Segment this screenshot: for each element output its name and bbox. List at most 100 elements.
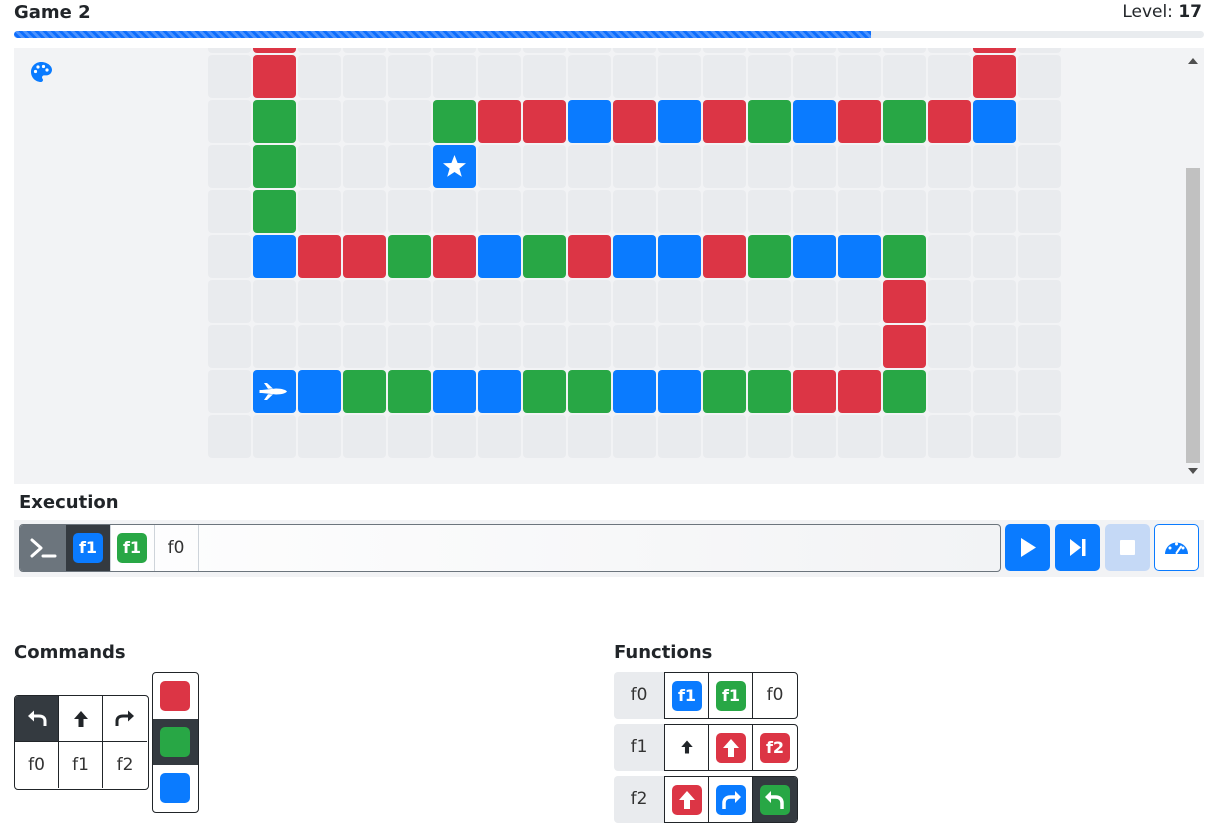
board-cell-empty [613,415,656,458]
board-cell-red [703,235,746,278]
board-cell-empty [478,280,521,323]
function-slot[interactable] [709,777,753,822]
board-cell-empty [208,370,251,413]
star-icon [443,155,466,177]
board-cell-empty [253,325,296,368]
board-cell-empty [658,145,701,188]
board-cell-empty [298,55,341,98]
turn-left-command[interactable] [15,696,59,742]
board-cell-empty [883,145,926,188]
forward-icon [681,740,693,754]
board-cell-empty [1018,370,1061,413]
board-cell-green [883,100,926,143]
board-cell-blue [478,235,521,278]
scroll-down-arrow-icon[interactable] [1188,468,1198,474]
board-cell-empty [208,100,251,143]
green-color-option[interactable] [153,719,198,765]
function-slot[interactable] [753,777,797,822]
board-cell-empty [928,280,971,323]
call-chip: f1 [672,681,702,711]
board-cell-empty [523,48,566,53]
board-cell-blue [838,235,881,278]
board-cell-empty [343,48,386,53]
board-cell-empty [208,55,251,98]
board-cell-blue [973,100,1016,143]
board-cell-empty [568,325,611,368]
board-cell-empty [343,280,386,323]
board-cell-empty [523,190,566,233]
board-cell-empty [388,55,431,98]
blue-color-option[interactable] [153,765,198,811]
function-slot[interactable]: f1 [709,673,753,718]
board-cell-red [973,55,1016,98]
board-cell-empty [928,48,971,53]
speed-button[interactable] [1154,524,1199,571]
execution-panel: f1 f1 f0 [14,520,1204,577]
board-cell-empty [433,55,476,98]
board-cell-green [523,370,566,413]
board-cell-empty [298,100,341,143]
board-cell-star [433,145,476,188]
board-cell-empty [883,55,926,98]
board-cell-blue [658,235,701,278]
play-button[interactable] [1005,524,1050,571]
board-cell-empty [343,325,386,368]
function-slot[interactable] [665,725,709,770]
blue-swatch [160,773,190,803]
board-cell-empty [343,55,386,98]
board-cell-empty [973,370,1016,413]
function-row-f2: f2 [614,776,798,823]
board-cell-blue [613,235,656,278]
ship-icon [259,383,287,400]
palette-icon[interactable] [29,60,53,84]
board-cell-blue [478,370,521,413]
f0-command[interactable]: f0 [15,742,59,788]
turn-right-command[interactable] [103,696,147,742]
board-cell-empty [748,48,791,53]
function-slot[interactable] [709,725,753,770]
play-icon [1021,538,1036,557]
f2-command[interactable]: f2 [103,742,147,788]
queue-item: f0 [154,525,199,571]
function-name: f2 [614,776,664,823]
scroll-thumb[interactable] [1186,168,1200,463]
game-board [14,48,1204,484]
board-cell-empty [343,190,386,233]
f1-command[interactable]: f1 [59,742,103,788]
board-cell-empty [523,325,566,368]
stop-button[interactable] [1105,524,1150,571]
board-cell-empty [1018,100,1061,143]
board-cell-empty [1018,48,1061,53]
board-cell-red [523,100,566,143]
board-cell-blue [568,100,611,143]
board-cell-empty [568,145,611,188]
function-slot[interactable]: f1 [665,673,709,718]
board-cell-green [388,235,431,278]
board-cell-empty [703,415,746,458]
step-button[interactable] [1055,524,1100,571]
forward-command[interactable] [59,696,103,742]
red-color-option[interactable] [153,673,198,719]
turn-left-icon [28,710,47,726]
board-cell-empty [748,55,791,98]
board-cell-red [793,370,836,413]
speed-icon [1165,542,1188,554]
forward-chip [716,733,746,763]
board-cell-green [883,370,926,413]
board-cell-empty [388,100,431,143]
board-cell-empty [343,100,386,143]
scroll-up-arrow-icon[interactable] [1188,58,1198,64]
board-scrollbar[interactable] [1184,48,1202,484]
board-cell-empty [1018,235,1061,278]
board-cell-empty [478,190,521,233]
commands-palette: f0 f1 f2 [14,695,149,790]
board-cell-empty [703,325,746,368]
board-cell-red [298,235,341,278]
board-cell-empty [478,145,521,188]
board-cell-empty [568,48,611,53]
function-slot[interactable] [665,777,709,822]
turn-right-icon [115,710,134,726]
function-slot[interactable]: f0 [753,673,797,718]
function-slot[interactable]: f2 [753,725,797,770]
board-cell-empty [343,415,386,458]
